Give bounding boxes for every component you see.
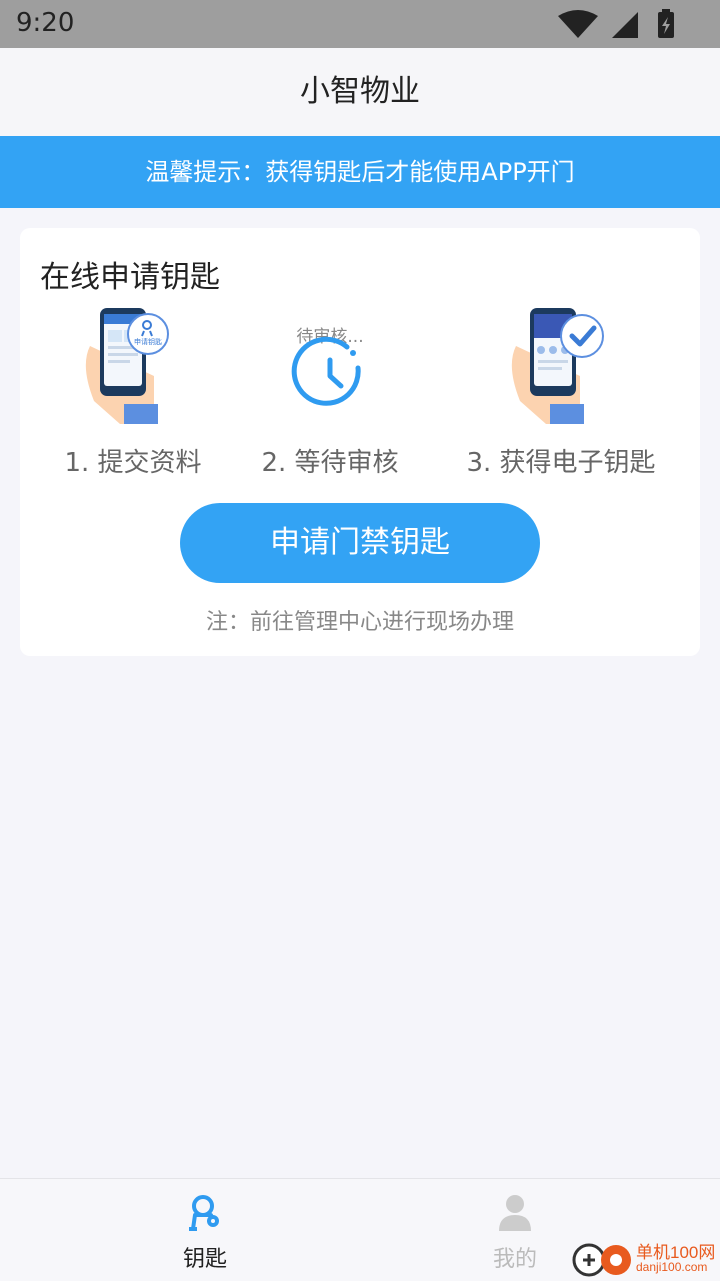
clock-icon <box>291 336 361 406</box>
apply-access-key-button[interactable]: 申请门禁钥匙 <box>180 503 540 583</box>
card-title: 在线申请钥匙 <box>40 260 220 295</box>
status-icons <box>558 9 674 38</box>
wifi-icon <box>558 10 598 38</box>
key-icon <box>189 1195 219 1231</box>
watermark-url: danji100.com <box>636 1260 708 1274</box>
watermark: 单机100网 danji100.com <box>570 1238 720 1280</box>
page-title: 小智物业 <box>0 48 720 136</box>
status-time: 9:20 <box>16 8 75 38</box>
step-submit: 申请钥匙 1. 提交资料 <box>20 306 246 486</box>
status-bar: 9:20 <box>0 0 720 48</box>
step-label: 1. 提交资料 <box>64 448 202 478</box>
user-icon <box>499 1195 531 1231</box>
apply-key-card: 在线申请钥匙 申请钥匙 1. 提交资料 待审核... 2. 等待审核 3. 获得… <box>20 228 700 656</box>
apply-badge: 申请钥匙 <box>134 337 162 346</box>
phone-hand-check-icon <box>511 308 604 424</box>
step-get-key: 3. 获得电子钥匙 <box>448 306 674 486</box>
apply-badge-text: 申请钥匙 <box>134 337 162 346</box>
signal-icon <box>612 12 638 38</box>
step-label: 2. 等待审核 <box>261 448 399 478</box>
note-text: 注：前往管理中心进行现场办理 <box>205 610 514 635</box>
tab-keys[interactable]: 钥匙 <box>125 1179 285 1281</box>
battery-icon <box>658 9 674 38</box>
tab-keys-label: 钥匙 <box>182 1247 227 1272</box>
notice-banner: 温馨提示：获得钥匙后才能使用APP开门 <box>0 136 720 208</box>
step-label: 3. 获得电子钥匙 <box>466 448 656 478</box>
step-review: 待审核... 2. 等待审核 <box>217 306 443 486</box>
watermark-logo-icon <box>572 1243 631 1277</box>
